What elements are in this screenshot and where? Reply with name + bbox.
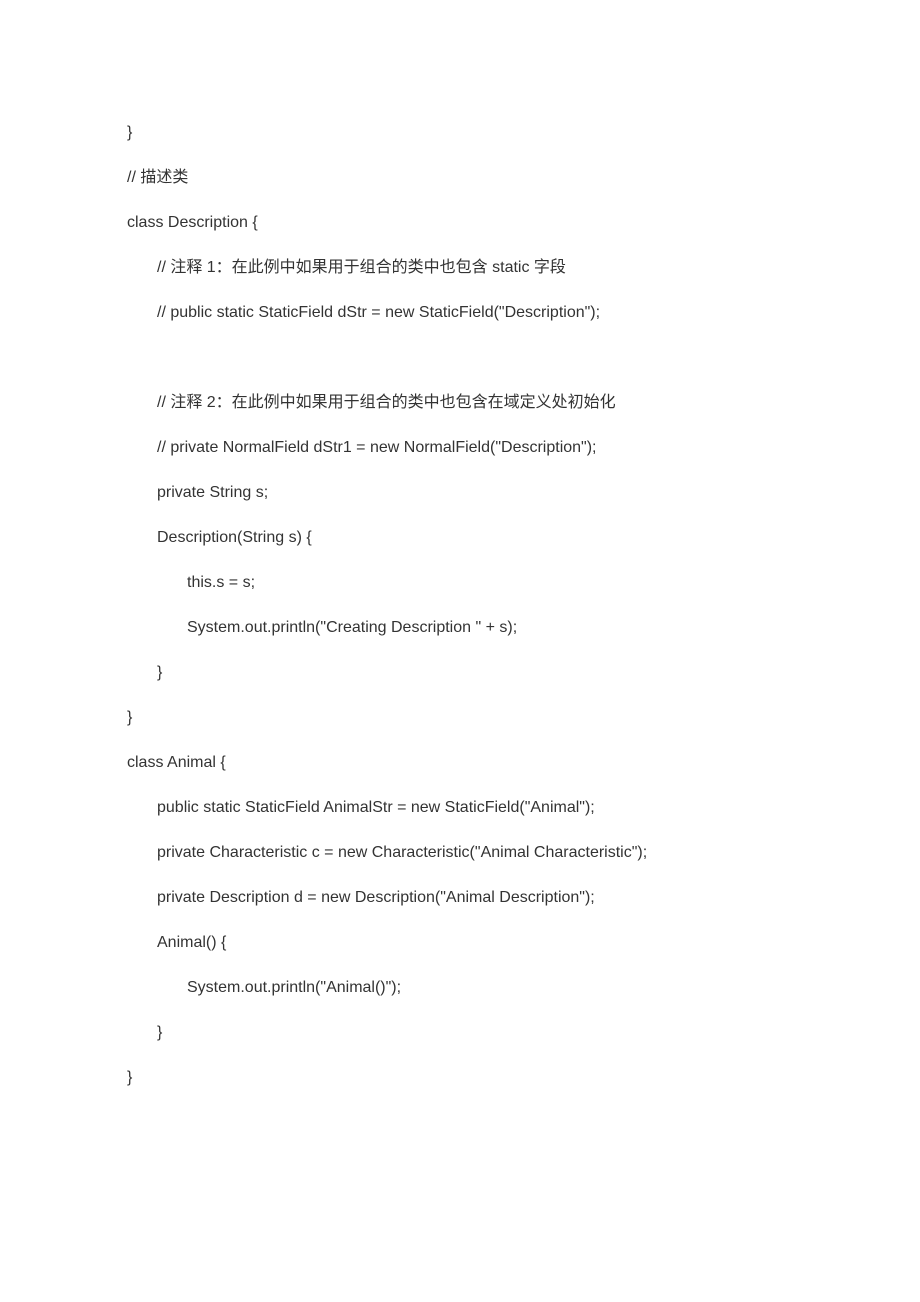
code-line: } [127, 125, 920, 141]
code-line: // 注释 1：在此例中如果用于组合的类中也包含 static 字段 [127, 260, 920, 276]
code-line: Animal() { [127, 935, 920, 951]
code-line: // 描述类 [127, 170, 920, 186]
code-line: private Description d = new Description(… [127, 890, 920, 906]
code-line: System.out.println("Animal()"); [127, 980, 920, 996]
code-line: } [127, 1025, 920, 1041]
code-line: // 注释 2：在此例中如果用于组合的类中也包含在域定义处初始化 [127, 395, 920, 411]
code-line: // public static StaticField dStr = new … [127, 305, 920, 321]
code-line: public static StaticField AnimalStr = ne… [127, 800, 920, 816]
code-line: this.s = s; [127, 575, 920, 591]
code-line: System.out.println("Creating Description… [127, 620, 920, 636]
code-line: private String s; [127, 485, 920, 501]
code-line: // private NormalField dStr1 = new Norma… [127, 440, 920, 456]
code-line: } [127, 665, 920, 681]
code-line: private Characteristic c = new Character… [127, 845, 920, 861]
code-line: Description(String s) { [127, 530, 920, 546]
code-block: } // 描述类 class Description { // 注释 1：在此例中如果… [127, 125, 920, 1086]
code-line: class Animal { [127, 755, 920, 771]
code-line: class Description { [127, 215, 920, 231]
blank-line [127, 350, 920, 395]
code-line: } [127, 1070, 920, 1086]
code-line: } [127, 710, 920, 726]
